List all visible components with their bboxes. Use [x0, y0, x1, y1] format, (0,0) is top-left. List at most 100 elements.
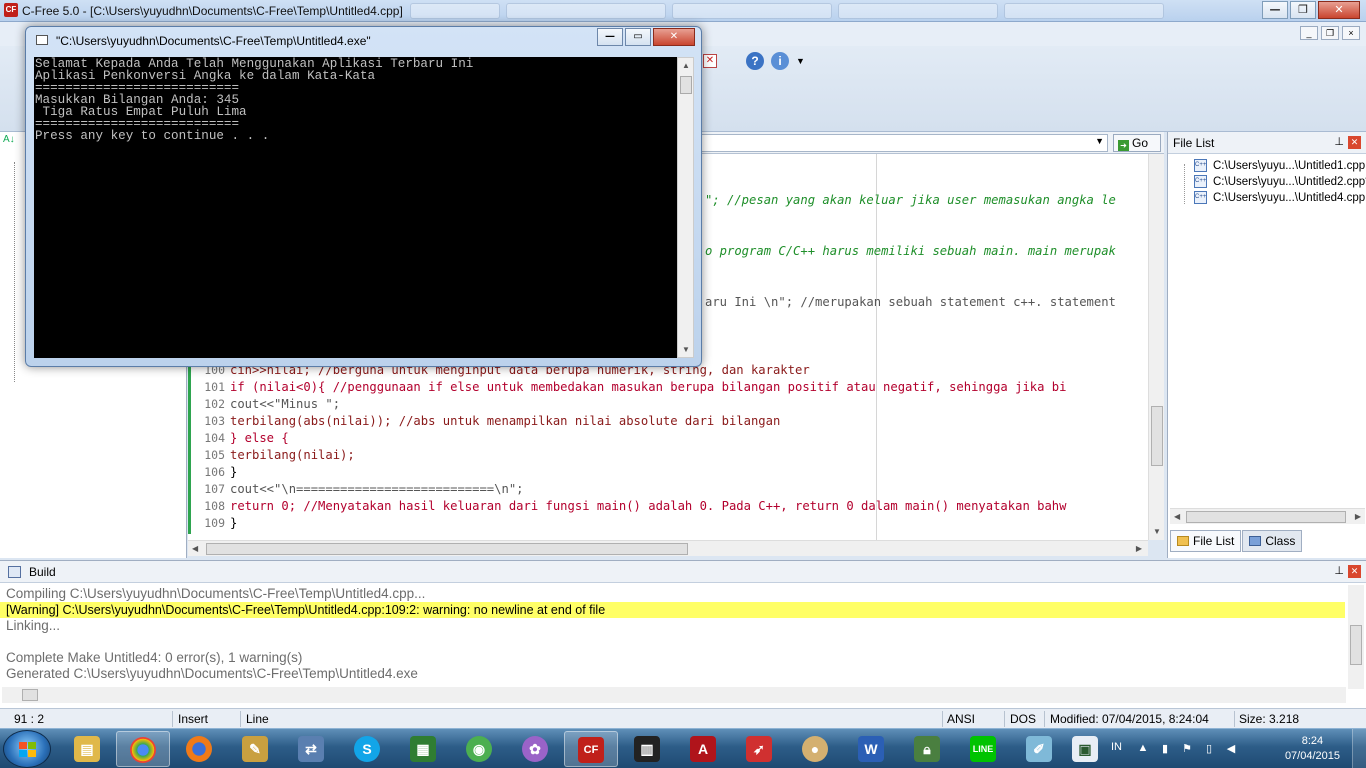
maximize-button[interactable]: ❐ [1290, 1, 1316, 19]
code-text: if (nilai<0){ //penggunaan if else untuk… [230, 380, 1067, 394]
show-desktop-button[interactable] [1352, 729, 1366, 768]
cfree-icon: CF [578, 737, 604, 763]
file-list-item[interactable]: C++ C:\Users\yuyu...\Untitled4.cpp [1194, 190, 1366, 206]
cpp-file-icon: C++ [1194, 175, 1207, 188]
scroll-thumb[interactable] [680, 76, 692, 94]
taskbar-acrobat[interactable]: A [676, 731, 730, 767]
console-line: Press any key to continue . . . [35, 129, 270, 143]
tab-file-list[interactable]: File List [1170, 530, 1242, 552]
scroll-down-icon[interactable]: ▼ [682, 345, 690, 354]
scroll-up-icon[interactable]: ▲ [682, 61, 690, 70]
system-tray: IN ▲ ▮ ⚑ ▯ ◀ 8:24 07/04/2015 [1106, 729, 1366, 768]
pin-icon[interactable]: ⊥ [1334, 564, 1344, 577]
security-icon: 🔒︎ [914, 736, 940, 762]
taskbar-tool[interactable]: ✎ [228, 731, 282, 767]
taskbar-security[interactable]: 🔒︎ [900, 731, 954, 767]
reader-icon: ▥ [634, 736, 660, 762]
tab-class[interactable]: Class [1242, 530, 1303, 552]
line-number: 103 [204, 414, 225, 428]
build-output-line [0, 634, 1366, 650]
scroll-down-icon[interactable]: ▼ [1153, 527, 1161, 536]
chevron-down-icon: ▼ [1095, 136, 1104, 146]
taskbar-line[interactable]: LINE [956, 731, 1010, 767]
file-list-item[interactable]: C++ C:\Users\yuyu...\Untitled1.cpp [1194, 158, 1366, 174]
cfree-app-icon: CF [4, 3, 18, 17]
insert-mode: Insert [178, 712, 209, 726]
console-icon [36, 35, 48, 45]
console-minimize-button[interactable]: — [597, 28, 623, 46]
console-maximize-button[interactable]: ▭ [625, 28, 651, 46]
build-warning-line[interactable]: [Warning] C:\Users\yuyudhn\Documents\C-F… [0, 602, 1345, 618]
build-output-line: Generated C:\Users\yuyudhn\Documents\C-F… [6, 666, 418, 681]
taskbar-network[interactable]: ⇄ [284, 731, 338, 767]
taskbar-explorer[interactable]: ▤ [60, 731, 114, 767]
help-icon[interactable]: ? [746, 52, 764, 70]
language-indicator[interactable]: IN [1111, 741, 1122, 753]
tree-line [1184, 164, 1185, 204]
editor-vertical-scrollbar[interactable]: ▼ [1148, 154, 1164, 540]
build-horizontal-scrollbar[interactable] [2, 687, 1346, 703]
start-button[interactable] [3, 730, 51, 768]
go-arrow-icon: ➜ [1118, 140, 1129, 151]
editor-horizontal-scrollbar[interactable]: ◀ ▶ [188, 540, 1148, 556]
chevron-down-icon[interactable]: ▼ [796, 56, 805, 66]
partial-code-line: "; //pesan yang akan keluar jika user me… [705, 193, 1116, 207]
taskbar-word[interactable]: W [844, 731, 898, 767]
taskbar-skype[interactable]: S [340, 731, 394, 767]
spreadsheet-icon: ▦ [410, 736, 436, 762]
taskbar-reader[interactable]: ▥ [620, 731, 674, 767]
taskbar-flower[interactable]: ✿ [508, 731, 562, 767]
minimize-button[interactable]: — [1262, 1, 1288, 19]
pin-icon[interactable]: ⊥ [1334, 135, 1344, 148]
signal-icon[interactable]: ▮ [1158, 742, 1172, 756]
sort-az-icon[interactable]: A↓ [3, 134, 15, 145]
file-list-item[interactable]: C++ C:\Users\yuyu...\Untitled2.cpp* [1194, 174, 1366, 190]
mdi-minimize-button[interactable]: _ [1300, 26, 1318, 40]
scroll-thumb[interactable] [1186, 511, 1346, 523]
code-text: return 0; //Menyatakan hasil keluaran da… [230, 499, 1067, 513]
taskbar-paint[interactable]: ● [788, 731, 842, 767]
mdi-restore-button[interactable]: ❐ [1321, 26, 1339, 40]
taskbar-bird[interactable]: ➶ [732, 731, 786, 767]
code-line: 102 cout<<"Minus "; [188, 396, 340, 413]
mdi-close-button[interactable]: × [1342, 26, 1360, 40]
code-text: terbilang(abs(nilai)); //abs untuk menam… [230, 414, 781, 428]
console-output[interactable]: Selamat Kepada Anda Telah Menggunakan Ap… [34, 57, 677, 358]
console-close-button[interactable]: ✕ [653, 28, 695, 46]
scroll-right-icon[interactable]: ▶ [1136, 544, 1142, 553]
chevron-up-icon[interactable]: ▲ [1136, 742, 1150, 756]
close-button[interactable]: ✕ [1318, 1, 1360, 19]
build-vertical-scrollbar[interactable] [1348, 585, 1364, 689]
file-list-horizontal-scrollbar[interactable]: ◀ ▶ [1170, 508, 1365, 524]
chrome-icon [130, 737, 156, 763]
clock[interactable]: 8:24 07/04/2015 [1285, 734, 1340, 764]
console-vertical-scrollbar[interactable]: ▲ ▼ [677, 57, 694, 358]
scroll-left-icon[interactable]: ◀ [192, 544, 198, 553]
bird-icon: ➶ [746, 736, 772, 762]
info-icon[interactable]: i [771, 52, 789, 70]
close-icon[interactable]: ✕ [1348, 565, 1361, 578]
taskbar-globe[interactable]: ◉ [452, 731, 506, 767]
file-list-header: File List ⊥ ✕ [1168, 132, 1366, 154]
acrobat-icon: A [690, 736, 716, 762]
taskbar-spreadsheet[interactable]: ▦ [396, 731, 450, 767]
skype-icon: S [354, 736, 380, 762]
flag-icon[interactable]: ⚑ [1180, 742, 1194, 756]
scroll-thumb[interactable] [1350, 625, 1362, 665]
taskbar-firefox[interactable] [172, 731, 226, 767]
code-line: 108 return 0; //Menyatakan hasil keluaran… [188, 498, 1066, 515]
go-button[interactable]: ➜ Go [1113, 134, 1161, 152]
taskbar-cfree[interactable]: CF [564, 731, 618, 767]
battery-icon[interactable]: ▯ [1202, 742, 1216, 756]
console-window[interactable]: "C:\Users\yuyudhn\Documents\C-Free\Temp\… [25, 26, 702, 367]
scroll-thumb[interactable] [206, 543, 688, 555]
taskbar-chrome[interactable] [116, 731, 170, 767]
scroll-thumb[interactable] [22, 689, 38, 701]
taskbar-window[interactable]: ▣ [1058, 731, 1112, 767]
scroll-left-icon[interactable]: ◀ [1174, 512, 1180, 521]
close-file-icon[interactable]: ✕ [703, 54, 717, 68]
scroll-right-icon[interactable]: ▶ [1355, 512, 1361, 521]
volume-icon[interactable]: ◀ [1224, 742, 1238, 756]
scroll-thumb[interactable] [1151, 406, 1163, 466]
close-icon[interactable]: ✕ [1348, 136, 1361, 149]
